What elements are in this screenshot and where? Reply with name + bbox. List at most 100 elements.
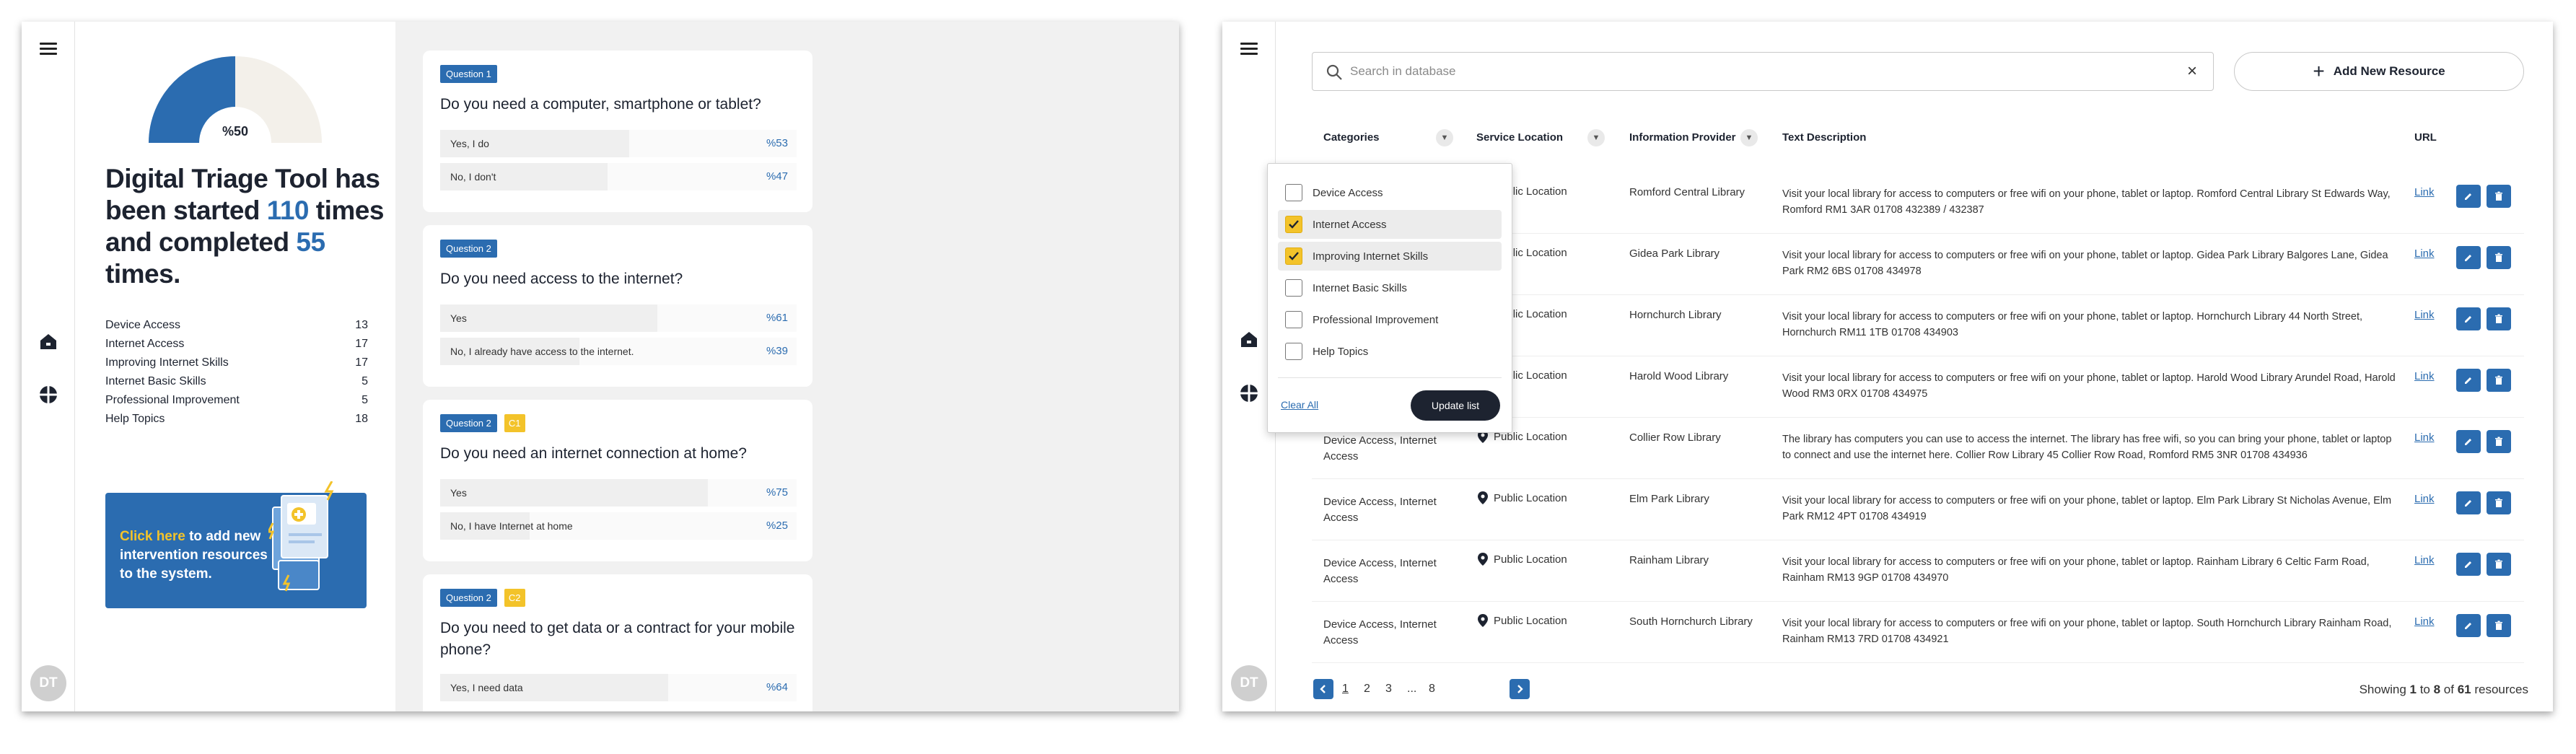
question-tag: Question 2 [440, 414, 497, 432]
summary-panel: %50 Digital Triage Tool has been started… [75, 22, 395, 711]
trash-icon [2495, 314, 2502, 323]
resources-icon[interactable] [1238, 382, 1260, 404]
delete-button[interactable] [2487, 369, 2511, 392]
checkbox[interactable] [1285, 279, 1302, 297]
promo-link[interactable]: Click here [120, 529, 185, 544]
row-url-link[interactable]: Link [2414, 309, 2435, 321]
row-url-link[interactable]: Link [2414, 247, 2435, 260]
started-count: 110 [266, 196, 310, 225]
row-provider: Romford Central Library [1629, 186, 1745, 198]
question-card: Question 2 Do you need access to the int… [423, 225, 812, 387]
question-tag: Question 2 [440, 240, 497, 258]
filter-option[interactable]: Help Topics [1278, 337, 1502, 366]
category-count: 17 [355, 338, 368, 350]
chevron-down-icon[interactable]: ▼ [1587, 129, 1605, 146]
filter-option-label: Improving Internet Skills [1313, 250, 1429, 263]
trash-icon [2495, 437, 2502, 446]
menu-icon[interactable] [1238, 38, 1260, 59]
list-item: Device Access 13 [105, 316, 368, 335]
chevron-down-icon[interactable]: ▼ [1740, 129, 1758, 146]
location-pin-icon [1478, 614, 1488, 627]
edit-button[interactable] [2456, 369, 2481, 392]
page-link[interactable]: 2 [1364, 683, 1370, 696]
answer-text: No, I don't [450, 171, 496, 183]
page-link[interactable]: 1 [1342, 683, 1349, 696]
filter-option[interactable]: Professional Improvement [1278, 305, 1502, 334]
trash-icon [2495, 559, 2502, 569]
page-link[interactable]: 3 [1385, 683, 1392, 696]
row-url-link[interactable]: Link [2414, 431, 2435, 444]
chevron-right-icon [1517, 685, 1523, 693]
delete-button[interactable] [2487, 614, 2511, 637]
delete-button[interactable] [2487, 307, 2511, 330]
row-url-link[interactable]: Link [2414, 493, 2435, 505]
filter-option-label: Internet Access [1313, 218, 1387, 231]
home-icon[interactable] [1238, 328, 1260, 350]
category-filter-dropdown: Device Access Internet Access Improving In… [1267, 163, 1512, 433]
row-description: Visit your local library for access to c… [1782, 311, 2363, 338]
delete-button[interactable] [2487, 491, 2511, 514]
row-description: Visit your local library for access to c… [1782, 372, 2396, 400]
delete-button[interactable] [2487, 246, 2511, 269]
row-url-link[interactable]: Link [2414, 615, 2435, 628]
delete-button[interactable] [2487, 430, 2511, 453]
summary-text: Showing [2359, 683, 2410, 696]
home-icon[interactable] [38, 330, 59, 352]
chevron-down-icon[interactable]: ▼ [1436, 129, 1453, 146]
prev-page-button[interactable] [1313, 679, 1333, 699]
edit-icon [2465, 255, 2471, 261]
next-page-button[interactable] [1510, 679, 1530, 699]
filter-option[interactable]: Device Access [1278, 178, 1502, 207]
clear-all-link[interactable]: Clear All [1281, 399, 1318, 411]
row-categories: Device Access, Internet Access [1323, 496, 1437, 524]
resources-icon[interactable] [38, 384, 59, 406]
question-tag: Question 1 [440, 65, 497, 83]
checkbox[interactable] [1285, 184, 1302, 201]
clear-search-icon[interactable]: × [2187, 61, 2197, 82]
update-list-button[interactable]: Update list [1411, 390, 1500, 421]
answer-fill [440, 479, 708, 507]
delete-button[interactable] [2487, 553, 2511, 576]
list-item: Internet Basic Skills 5 [105, 372, 368, 391]
row-description: Visit your local library for access to c… [1782, 556, 2370, 584]
edit-button[interactable] [2456, 246, 2481, 269]
column-header-provider: Information Provider [1629, 131, 1736, 144]
checkbox[interactable] [1285, 311, 1302, 328]
filter-option[interactable]: Internet Basic Skills [1278, 273, 1502, 302]
list-item: Improving Internet Skills 17 [105, 354, 368, 372]
filter-option[interactable]: Internet Access [1278, 210, 1502, 239]
edit-button[interactable] [2456, 553, 2481, 576]
filter-option[interactable]: Improving Internet Skills [1278, 242, 1502, 271]
row-url-link[interactable]: Link [2414, 370, 2435, 382]
category-count: 5 [362, 394, 368, 406]
question-title: Do you need a computer, smartphone or ta… [440, 96, 761, 113]
search-icon [1326, 64, 1342, 80]
answer-bar: No, I have Internet at home %25 [440, 512, 797, 540]
answer-percent: %39 [766, 345, 788, 357]
category-name: Internet Basic Skills [105, 375, 206, 387]
search-input[interactable]: Search in database × [1312, 52, 2214, 91]
row-url-link[interactable]: Link [2414, 554, 2435, 566]
category-count: 5 [362, 375, 368, 387]
row-url-link[interactable]: Link [2414, 186, 2435, 198]
edit-button[interactable] [2456, 307, 2481, 330]
menu-icon[interactable] [38, 38, 59, 59]
edit-button[interactable] [2456, 614, 2481, 637]
edit-button[interactable] [2456, 430, 2481, 453]
page-link[interactable]: 8 [1429, 683, 1435, 696]
row-description: Visit your local library for access to c… [1782, 188, 2391, 216]
resources-main: Search in database × + Add New Resource C… [1267, 22, 2553, 711]
avatar[interactable]: DT [30, 665, 66, 701]
question-title: Do you need to get data or a contract fo… [440, 620, 795, 658]
checkbox[interactable] [1285, 216, 1302, 233]
answer-text: Yes [450, 312, 467, 324]
delete-button[interactable] [2487, 185, 2511, 208]
edit-button[interactable] [2456, 491, 2481, 514]
avatar[interactable]: DT [1231, 665, 1267, 701]
add-resource-button[interactable]: + Add New Resource [2234, 52, 2524, 91]
trash-icon [2495, 253, 2502, 262]
checkbox[interactable] [1285, 343, 1302, 360]
checkbox[interactable] [1285, 247, 1302, 265]
add-intervention-promo[interactable]: Click here to add new intervention resou… [105, 481, 367, 608]
edit-button[interactable] [2456, 185, 2481, 208]
